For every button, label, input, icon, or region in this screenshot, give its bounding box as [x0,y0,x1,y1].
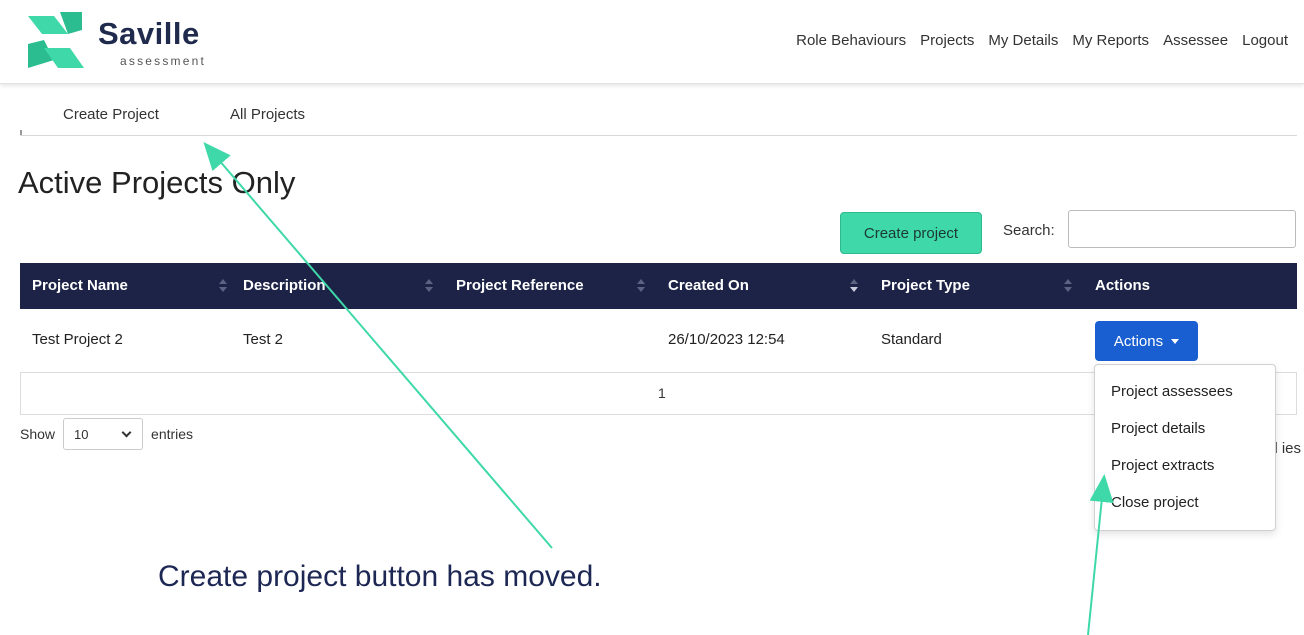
column-header-created-on[interactable]: Created On [668,263,749,309]
cell-description: Test 2 [243,331,284,348]
actions-dropdown-button[interactable]: Actions [1095,321,1198,361]
cell-project-type: Standard [881,331,942,348]
top-header: Saville assessment Role Behaviours Proje… [0,0,1304,84]
tab-all-projects[interactable]: All Projects [230,106,305,123]
sort-icon[interactable] [637,279,645,293]
sub-navigation: Create Project All Projects [20,100,1297,136]
actions-button-label: Actions [1113,332,1164,350]
length-menu: Show 10 entries [20,418,193,450]
page-title: Active Projects Only [18,165,296,200]
actions-dropdown-menu: Project assessees Project details Projec… [1094,364,1276,531]
nav-projects[interactable]: Projects [920,32,974,49]
page-number-button[interactable]: 1 [658,385,666,401]
table-header: Project Name Description Project Referen… [20,263,1297,309]
cell-created-on: 26/10/2023 12:54 [668,331,785,348]
brand-tagline: assessment [120,54,207,68]
menu-item-close-project[interactable]: Close project [1095,484,1275,521]
column-header-project-name[interactable]: Project Name [32,263,128,309]
sort-icon[interactable] [425,279,433,293]
entries-select[interactable]: 10 [63,418,144,450]
nav-role-behaviours[interactable]: Role Behaviours [796,32,906,49]
tab-create-project[interactable]: Create Project [63,106,159,123]
column-header-description[interactable]: Description [243,263,326,309]
sort-icon[interactable] [219,279,227,293]
search-label: Search: [1003,222,1055,239]
column-header-project-reference[interactable]: Project Reference [456,263,584,309]
cell-project-name: Test Project 2 [32,331,123,348]
column-header-actions: Actions [1095,277,1151,294]
length-prefix: Show [20,426,56,442]
search-input[interactable] [1068,210,1296,248]
column-header-project-type[interactable]: Project Type [881,263,970,309]
entries-select-value: 10 [74,426,89,442]
sort-icon[interactable] [1064,279,1072,293]
menu-item-project-assessees[interactable]: Project assessees [1095,373,1275,410]
create-project-button[interactable]: Create project [840,212,982,254]
caret-down-icon [1171,339,1180,344]
sort-desc-icon[interactable] [850,279,858,293]
nav-logout[interactable]: Logout [1242,32,1288,49]
menu-item-project-extracts[interactable]: Project extracts [1095,447,1275,484]
saville-logo-icon [28,12,84,68]
length-suffix: entries [151,426,194,442]
brand-name: Saville [98,16,200,51]
nav-my-reports[interactable]: My Reports [1072,32,1149,49]
nav-assessee[interactable]: Assessee [1163,32,1228,49]
menu-item-project-details[interactable]: Project details [1095,410,1275,447]
chevron-down-icon [121,427,132,438]
saville-logo[interactable]: Saville assessment [24,10,234,72]
annotation-text: Create project button has moved. [158,560,602,593]
divider [20,130,22,135]
nav-my-details[interactable]: My Details [988,32,1058,49]
main-navigation: Role Behaviours Projects My Details My R… [796,32,1288,49]
